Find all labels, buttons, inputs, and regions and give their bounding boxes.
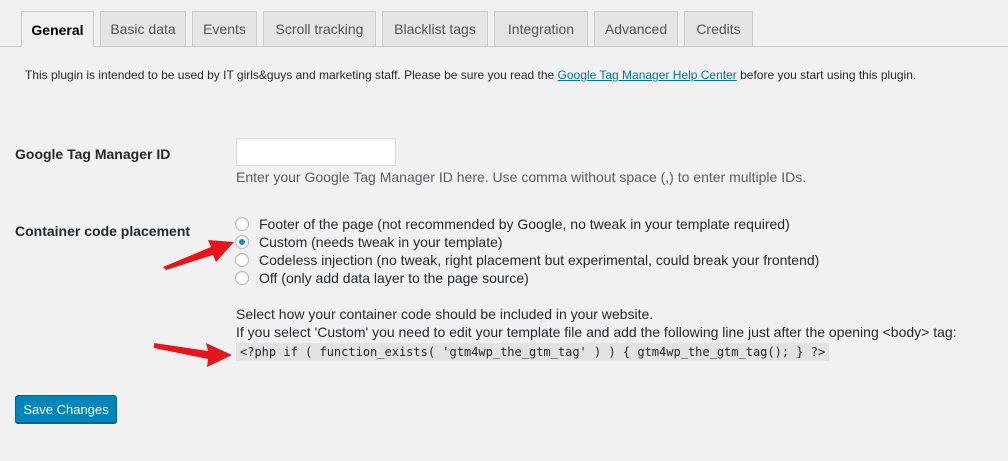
placement-option-label: Footer of the page (not recommended by G… [259, 216, 790, 232]
tab-credits[interactable]: Credits [684, 11, 753, 46]
placement-info-line-2: If you select 'Custom' you need to edit … [236, 324, 957, 340]
placement-option-label: Codeless injection (no tweak, right plac… [259, 252, 820, 268]
placement-radio-off[interactable] [235, 271, 249, 285]
tab-integration[interactable]: Integration [494, 11, 588, 46]
placement-option-off[interactable]: Off (only add data layer to the page sou… [235, 269, 529, 287]
settings-tabs: General Basic data Events Scroll trackin… [0, 0, 1008, 47]
intro-text-after: before you start using this plugin. [736, 68, 917, 82]
help-center-link[interactable]: Google Tag Manager Help Center [558, 68, 737, 82]
gtm-id-label: Google Tag Manager ID [15, 146, 171, 162]
tab-events[interactable]: Events [192, 11, 257, 46]
save-changes-button[interactable]: Save Changes [15, 395, 117, 423]
placement-info-line-1: Select how your container code should be… [236, 306, 654, 322]
tabs-divider [0, 46, 1008, 47]
gtm-tag-code-snippet: <?php if ( function_exists( 'gtm4wp_the_… [236, 343, 830, 361]
gtm-id-input[interactable] [236, 138, 396, 166]
annotation-arrow-icon [154, 343, 232, 367]
tab-advanced[interactable]: Advanced [594, 11, 678, 46]
placement-option-label: Custom (needs tweak in your template) [259, 234, 503, 250]
gtm-id-description: Enter your Google Tag Manager ID here. U… [236, 169, 807, 185]
tab-scroll-tracking[interactable]: Scroll tracking [263, 11, 376, 46]
tab-basic-data[interactable]: Basic data [100, 11, 186, 46]
placement-option-label: Off (only add data layer to the page sou… [259, 270, 529, 286]
placement-option-footer[interactable]: Footer of the page (not recommended by G… [235, 215, 790, 233]
tab-blacklist-tags[interactable]: Blacklist tags [382, 11, 488, 46]
placement-option-custom[interactable]: Custom (needs tweak in your template) [235, 233, 503, 251]
annotation-arrow-icon [163, 240, 234, 270]
tab-general[interactable]: General [21, 11, 94, 47]
placement-option-codeless[interactable]: Codeless injection (no tweak, right plac… [235, 251, 819, 269]
placement-radio-footer[interactable] [235, 217, 249, 231]
intro-text: This plugin is intended to be used by IT… [25, 68, 916, 82]
intro-text-before: This plugin is intended to be used by IT… [25, 68, 558, 82]
